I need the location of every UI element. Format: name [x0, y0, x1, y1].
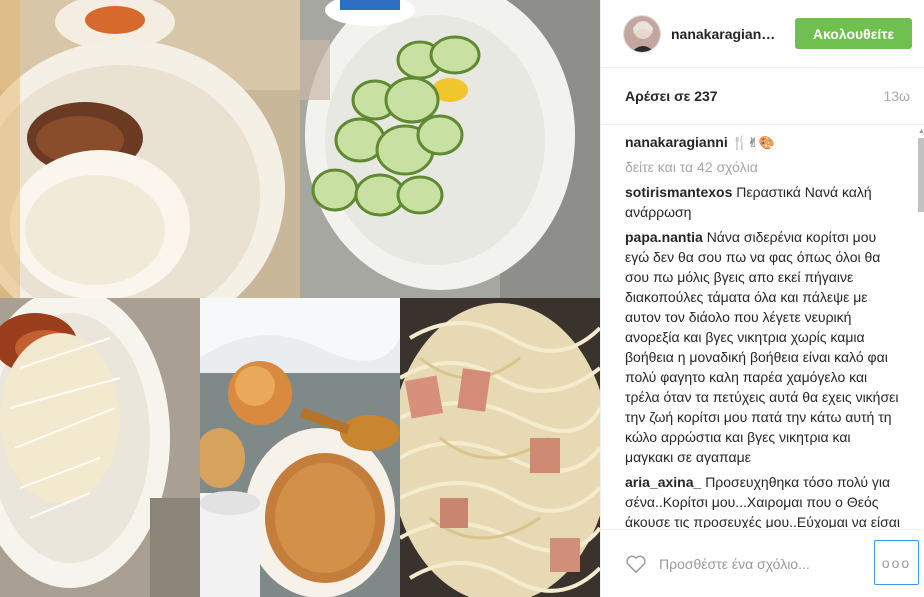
more-options-button[interactable]: ooo [874, 540, 919, 585]
likes-row: Αρέσει σε 237 13ω [601, 68, 924, 125]
comments-list: nanakaragianni 🍴✌🎨 δείτε και τα 42 σχόλι… [601, 126, 923, 528]
likes-count[interactable]: Αρέσει σε 237 [625, 88, 718, 104]
comment-footer: ooo [601, 529, 923, 597]
post-photo-collage[interactable] [0, 0, 600, 597]
photo-meat-and-mash [0, 0, 300, 298]
like-heart-icon[interactable] [625, 554, 647, 574]
photo-pasta-with-cheese [0, 298, 200, 597]
post-details-panel: nanakaragian… Ακολουθείτε Αρέσει σε 237 … [600, 0, 924, 597]
post-header: nanakaragian… Ακολουθείτε [601, 0, 924, 68]
comment-username[interactable]: papa.nantia [625, 229, 703, 245]
view-all-comments-link[interactable]: δείτε και τα 42 σχόλια [625, 159, 901, 175]
comment-username[interactable]: sotirismantexos [625, 184, 732, 200]
post-username[interactable]: nanakaragian… [671, 26, 779, 42]
instagram-post-view: nanakaragian… Ακολουθείτε Αρέσει σε 237 … [0, 0, 924, 597]
comment-text: Νάνα σιδερένια κορίτσι μου εγώ δεν θα σο… [625, 229, 899, 465]
add-comment-input[interactable] [659, 555, 859, 572]
comment-username[interactable]: aria_axina_ [625, 474, 701, 490]
post-age[interactable]: 13ω [883, 88, 910, 104]
caption-emoji: 🍴✌🎨 [731, 136, 775, 151]
photo-carbonara [400, 298, 600, 597]
comment-item: sotirismantexos Περαστικά Νανά καλή ανάρ… [625, 182, 901, 222]
photo-orzo-and-peach [200, 298, 400, 597]
following-button[interactable]: Ακολουθείτε [795, 18, 912, 49]
avatar[interactable] [623, 14, 661, 53]
comment-item: papa.nantia Νάνα σιδερένια κορίτσι μου ε… [625, 227, 901, 467]
photo-cucumbers [300, 0, 600, 298]
comment-item: aria_axina_ Προσευχηθηκα τόσο πολύ για σ… [625, 472, 901, 528]
caption-username[interactable]: nanakaragianni [625, 134, 728, 150]
caption: nanakaragianni 🍴✌🎨 [625, 132, 901, 154]
